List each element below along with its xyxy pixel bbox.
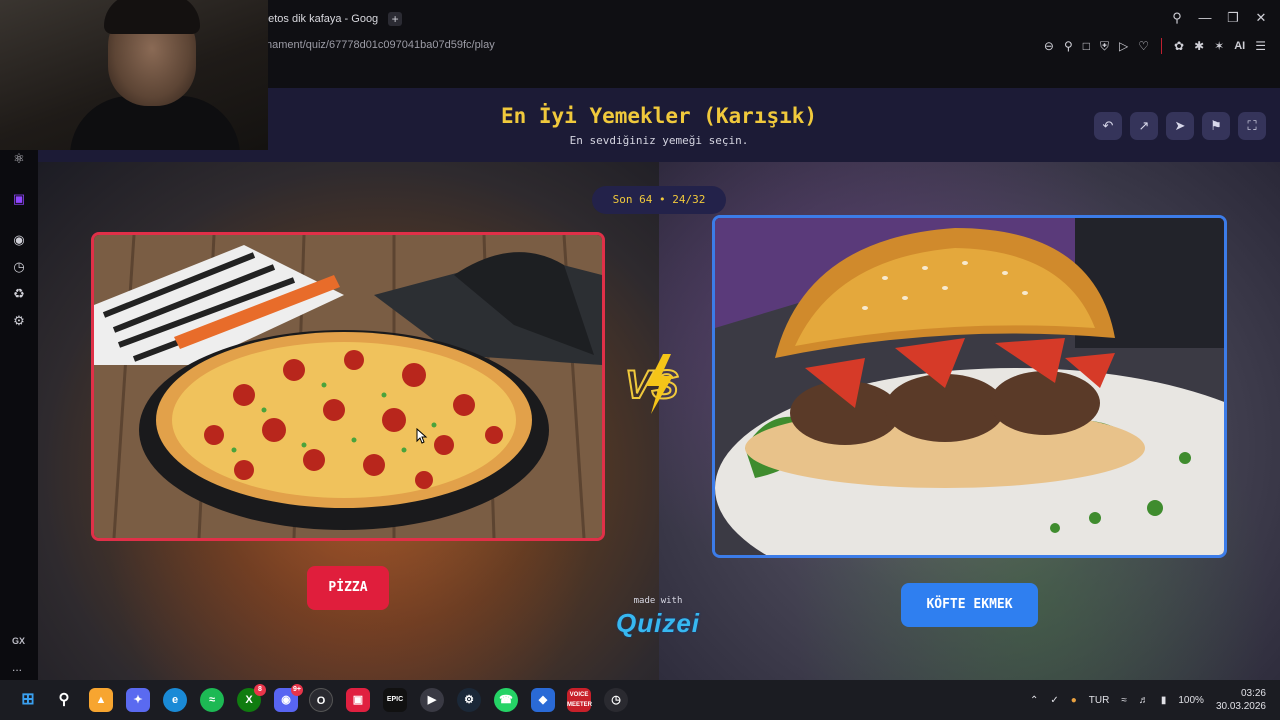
vpn-icon[interactable]: ◆ bbox=[531, 688, 555, 712]
battery-level: 100% bbox=[1178, 694, 1204, 706]
webcam-overlay bbox=[0, 0, 268, 150]
shield-icon[interactable]: ⛨ bbox=[1100, 39, 1109, 54]
atom-icon[interactable]: ⚛ bbox=[10, 150, 28, 168]
mouse-cursor-icon bbox=[416, 428, 428, 444]
volume-icon[interactable]: ♬ bbox=[1139, 695, 1149, 706]
system-tray: ⌃ ✓ ● TUR ≈ ♬ ▮ 100% 03:26 30.03.2026 bbox=[1030, 684, 1266, 716]
extension-icon[interactable]: ✿ bbox=[1174, 39, 1184, 53]
xbox-badge: 8 bbox=[254, 684, 266, 696]
send-icon[interactable]: ➤ bbox=[1166, 112, 1194, 140]
flag-icon[interactable]: ⚑ bbox=[1202, 112, 1230, 140]
kofte-ekmek-image bbox=[715, 218, 1224, 555]
clock-app-icon[interactable]: ◷ bbox=[604, 688, 628, 712]
quiz-toolbar: ↶ ↗ ➤ ⚑ ⛶ bbox=[1094, 112, 1266, 140]
send-icon[interactable]: ▷ bbox=[1119, 39, 1128, 53]
restore-button[interactable]: ❐ bbox=[1226, 10, 1240, 26]
steam-icon[interactable]: ⚙ bbox=[457, 688, 481, 712]
versus-icon: VS bbox=[624, 354, 680, 414]
pizza-image-card[interactable] bbox=[91, 232, 605, 541]
discord-icon[interactable]: ◉ 9+ bbox=[274, 684, 303, 712]
more-icon[interactable]: ... bbox=[12, 660, 22, 674]
divider bbox=[1161, 38, 1163, 54]
clock-time: 03:26 bbox=[1240, 688, 1266, 699]
clock[interactable]: 03:26 30.03.2026 bbox=[1216, 687, 1266, 713]
kofte-ekmek-image-card[interactable] bbox=[712, 215, 1227, 558]
pizza-image bbox=[94, 235, 602, 538]
chevron-up-icon[interactable]: ⌃ bbox=[1030, 695, 1038, 706]
heart-icon[interactable]: ♡ bbox=[1138, 39, 1149, 53]
spotify-icon[interactable]: ◉ bbox=[10, 231, 28, 249]
snapshot-icon[interactable]: □ bbox=[1083, 39, 1090, 53]
extension-icon[interactable]: ✶ bbox=[1214, 39, 1224, 53]
battery-icon[interactable]: ▮ bbox=[1161, 695, 1167, 706]
microphone-icon[interactable]: ● bbox=[1071, 695, 1077, 706]
extension-icon[interactable]: ✱ bbox=[1194, 39, 1204, 53]
search-icon[interactable]: ⚲ bbox=[1170, 10, 1184, 26]
close-button[interactable]: ✕ bbox=[1254, 10, 1268, 26]
tray-app-icon[interactable]: ✓ bbox=[1050, 695, 1058, 706]
quiz-arena: Son 64 • 24/32 PİZZA KÖFTE EKMEK made wi… bbox=[38, 162, 1280, 680]
undo-icon[interactable]: ↶ bbox=[1094, 112, 1122, 140]
settings-icon[interactable]: ⚙ bbox=[10, 312, 28, 330]
voicemeeter-icon[interactable]: VOICE MEETER bbox=[567, 688, 592, 712]
copilot-icon[interactable]: ✦ bbox=[126, 688, 150, 712]
new-tab-button[interactable]: + bbox=[388, 12, 403, 26]
language-indicator[interactable]: TUR bbox=[1089, 695, 1110, 706]
xbox-icon[interactable]: X 8 bbox=[237, 684, 266, 712]
wifi-icon[interactable]: ≈ bbox=[1121, 695, 1127, 706]
screen: eetos dik kafaya - Goog + nament/quiz/67… bbox=[0, 0, 1280, 720]
address-bar[interactable]: nament/quiz/67778d01c097041ba07d59fc/pla… bbox=[266, 39, 495, 51]
minimize-button[interactable]: — bbox=[1198, 10, 1212, 26]
window-controls: ⚲ — ❐ ✕ bbox=[1170, 10, 1268, 26]
tab-title: eetos dik kafaya - Goog bbox=[262, 13, 379, 25]
epic-games-icon[interactable]: EPIC bbox=[383, 688, 407, 712]
history-icon[interactable]: ◷ bbox=[10, 258, 28, 276]
menu-icon[interactable]: ☰ bbox=[1255, 39, 1266, 53]
fullscreen-icon[interactable]: ⛶ bbox=[1238, 112, 1266, 140]
made-with-badge[interactable]: made with Quizei bbox=[598, 596, 718, 639]
start-icon[interactable]: ⊞ bbox=[16, 688, 40, 712]
clock-date: 30.03.2026 bbox=[1215, 701, 1266, 712]
extensions-icon[interactable]: ♻ bbox=[10, 285, 28, 303]
discord-badge: 9+ bbox=[291, 684, 303, 696]
windows-taskbar: ⊞ ⚲ ▲ ✦ e ≈ X 8 ◉ 9+ O ▣ EPIC ▶ ⚙ ☎ ◆ VO… bbox=[0, 680, 1280, 720]
quizei-logo: Quizei bbox=[615, 608, 700, 638]
spotify-icon[interactable]: ≈ bbox=[200, 688, 224, 712]
media-player-icon[interactable]: ▶ bbox=[420, 688, 444, 712]
pin-icon[interactable]: ⚲ bbox=[1064, 39, 1073, 53]
share-icon[interactable]: ↗ bbox=[1130, 112, 1158, 140]
search-icon[interactable]: ⚲ bbox=[52, 688, 76, 712]
edge-icon[interactable]: e bbox=[163, 688, 187, 712]
opera-gx-icon[interactable]: O bbox=[309, 688, 333, 712]
app-icon[interactable]: ▣ bbox=[346, 688, 370, 712]
ai-button[interactable]: AI bbox=[1234, 40, 1245, 52]
extension-bar: ⊖ ⚲ □ ⛨ ▷ ♡ ✿ ✱ ✶ AI ☰ bbox=[1044, 38, 1266, 54]
made-with-label: made with bbox=[633, 596, 683, 606]
brave-icon[interactable]: ▲ bbox=[89, 688, 113, 712]
round-counter: Son 64 • 24/32 bbox=[592, 186, 726, 214]
zoom-icon[interactable]: ⊖ bbox=[1044, 39, 1054, 53]
gx-label[interactable]: GX bbox=[12, 636, 25, 646]
twitch-icon[interactable]: ▣ bbox=[10, 190, 28, 208]
browser-sidebar: ⚛ ▣ ◉ ◷ ♻ ⚙ GX ... bbox=[0, 88, 38, 680]
choose-kofte-ekmek-button[interactable]: KÖFTE EKMEK bbox=[901, 583, 1038, 627]
whatsapp-icon[interactable]: ☎ bbox=[494, 688, 518, 712]
browser-tab[interactable]: eetos dik kafaya - Goog + bbox=[262, 8, 403, 30]
choose-pizza-button[interactable]: PİZZA bbox=[307, 566, 389, 610]
